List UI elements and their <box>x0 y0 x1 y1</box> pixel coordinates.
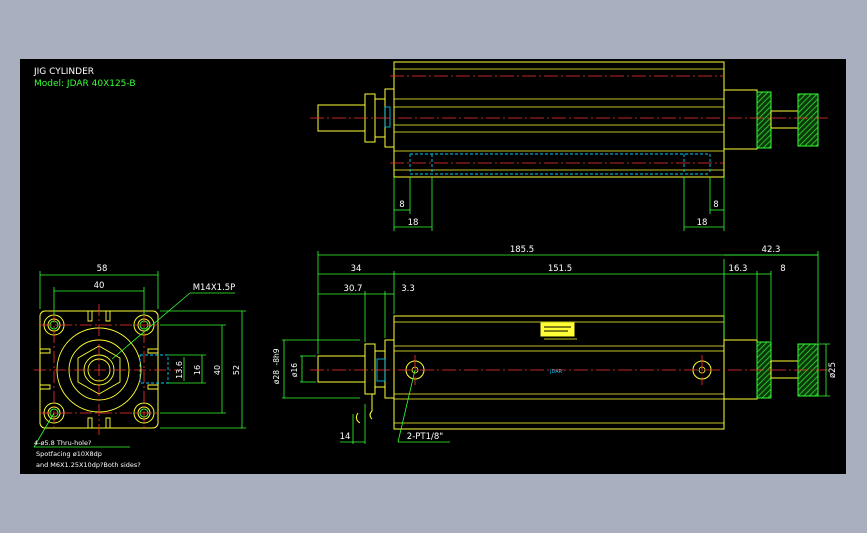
end-dim-58: 58 <box>97 264 108 274</box>
side-dim-34: 34 <box>351 264 362 274</box>
top-body-outline <box>393 61 725 178</box>
top-view: 8 18 8 18 <box>310 61 828 231</box>
side-dim-phi25: ø25 <box>828 362 838 378</box>
end-view: 58 40 M14X1.5P 13.6 16 40 52 4-ø5.8 Thru… <box>33 264 246 469</box>
side-dim-16-3: 16.3 <box>729 264 748 274</box>
cad-drawing-canvas: JIG CYLINDER Model: JDAR 40X125-B 8 18 8… <box>33 61 838 469</box>
side-dim-phi16: ø16 <box>290 363 299 377</box>
top-knob-inner <box>756 91 772 149</box>
title-block: JIG CYLINDER Model: JDAR 40X125-B <box>33 67 136 89</box>
side-dim-14: 14 <box>340 432 351 442</box>
end-dim-16: 16 <box>193 365 202 375</box>
side-dim-185-5: 185.5 <box>510 245 534 255</box>
drawing-model: Model: JDAR 40X125-B <box>34 79 136 89</box>
side-dim-30-7: 30.7 <box>344 284 363 294</box>
side-dim-8: 8 <box>780 264 785 274</box>
side-dim-151-5: 151.5 <box>548 264 572 274</box>
cad-drawing-viewport[interactable]: JIG CYLINDER Model: JDAR 40X125-B 8 18 8… <box>20 59 846 474</box>
port-label: 2-PT1/8" <box>407 432 443 442</box>
side-dim-phi28: ø28 <box>272 370 281 384</box>
drawing-title: JIG CYLINDER <box>33 67 94 77</box>
end-dim-40-top: 40 <box>94 281 105 291</box>
side-dim-h9: -8h9 <box>272 348 281 365</box>
thread-label: M14X1.5P <box>193 283 236 293</box>
end-dim-13-6: 13.6 <box>175 361 184 379</box>
top-knob-outer <box>797 93 819 147</box>
side-dim-3-3: 3.3 <box>401 284 415 294</box>
side-view: JDAR 185.5 42.3 34 151.5 16.3 8 30.7 3.3… <box>272 245 838 444</box>
end-dim-40-side: 40 <box>213 365 222 375</box>
end-dim-52: 52 <box>232 365 241 375</box>
side-dim-42-3: 42.3 <box>762 245 781 255</box>
top-dim-8-right: 8 <box>713 200 718 210</box>
hole-note-1: 4-ø5.8 Thru-hole? <box>34 439 91 447</box>
top-dim-18-right: 18 <box>697 218 708 228</box>
top-dim-18-left: 18 <box>408 218 419 228</box>
hole-note-2: Spotfacing ø10X8dp <box>36 450 102 458</box>
top-dim-8-left: 8 <box>399 200 404 210</box>
nameplate <box>540 322 575 337</box>
hole-note-3: and M6X1.25X10dp?Both sides? <box>36 461 141 469</box>
